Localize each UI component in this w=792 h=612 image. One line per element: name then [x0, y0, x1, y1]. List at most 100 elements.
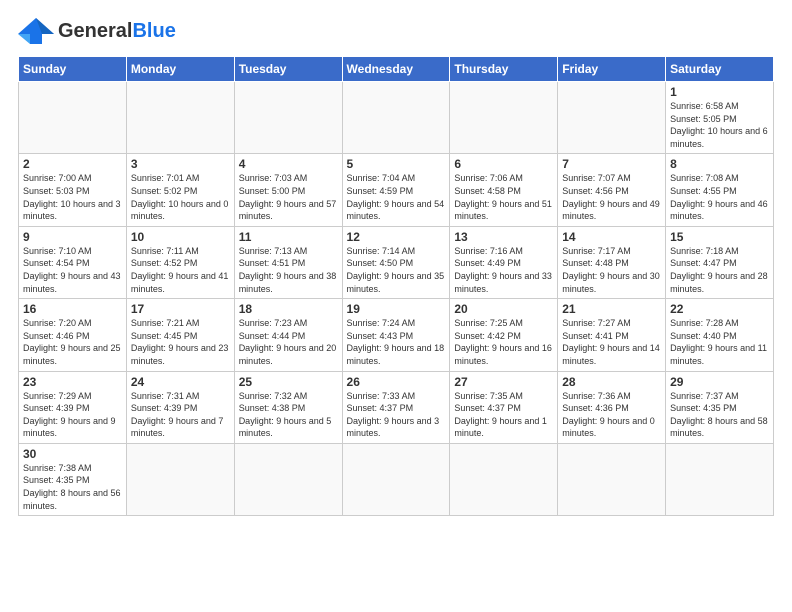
calendar-cell: 18Sunrise: 7:23 AM Sunset: 4:44 PM Dayli… — [234, 299, 342, 371]
day-number: 3 — [131, 157, 230, 171]
calendar-cell: 30Sunrise: 7:38 AM Sunset: 4:35 PM Dayli… — [19, 443, 127, 515]
calendar-cell: 25Sunrise: 7:32 AM Sunset: 4:38 PM Dayli… — [234, 371, 342, 443]
calendar-cell: 4Sunrise: 7:03 AM Sunset: 5:00 PM Daylig… — [234, 154, 342, 226]
calendar-cell: 20Sunrise: 7:25 AM Sunset: 4:42 PM Dayli… — [450, 299, 558, 371]
calendar-cell: 11Sunrise: 7:13 AM Sunset: 4:51 PM Dayli… — [234, 226, 342, 298]
calendar-cell: 16Sunrise: 7:20 AM Sunset: 4:46 PM Dayli… — [19, 299, 127, 371]
day-info: Sunrise: 7:38 AM Sunset: 4:35 PM Dayligh… — [23, 462, 122, 512]
day-number: 23 — [23, 375, 122, 389]
calendar-cell: 26Sunrise: 7:33 AM Sunset: 4:37 PM Dayli… — [342, 371, 450, 443]
calendar-cell: 2Sunrise: 7:00 AM Sunset: 5:03 PM Daylig… — [19, 154, 127, 226]
calendar-cell: 12Sunrise: 7:14 AM Sunset: 4:50 PM Dayli… — [342, 226, 450, 298]
calendar-table: Sunday Monday Tuesday Wednesday Thursday… — [18, 56, 774, 516]
calendar-cell — [450, 443, 558, 515]
calendar-cell — [126, 443, 234, 515]
calendar-cell: 8Sunrise: 7:08 AM Sunset: 4:55 PM Daylig… — [666, 154, 774, 226]
day-number: 5 — [347, 157, 446, 171]
day-number: 19 — [347, 302, 446, 316]
day-info: Sunrise: 7:27 AM Sunset: 4:41 PM Dayligh… — [562, 317, 661, 367]
day-info: Sunrise: 7:10 AM Sunset: 4:54 PM Dayligh… — [23, 245, 122, 295]
calendar-cell: 24Sunrise: 7:31 AM Sunset: 4:39 PM Dayli… — [126, 371, 234, 443]
day-number: 27 — [454, 375, 553, 389]
day-number: 22 — [670, 302, 769, 316]
day-info: Sunrise: 7:35 AM Sunset: 4:37 PM Dayligh… — [454, 390, 553, 440]
header-thursday: Thursday — [450, 57, 558, 82]
calendar-cell: 5Sunrise: 7:04 AM Sunset: 4:59 PM Daylig… — [342, 154, 450, 226]
logo-text: GeneralBlue — [58, 21, 176, 42]
day-number: 25 — [239, 375, 338, 389]
day-number: 17 — [131, 302, 230, 316]
header-friday: Friday — [558, 57, 666, 82]
weekday-header-row: Sunday Monday Tuesday Wednesday Thursday… — [19, 57, 774, 82]
day-number: 16 — [23, 302, 122, 316]
day-info: Sunrise: 7:28 AM Sunset: 4:40 PM Dayligh… — [670, 317, 769, 367]
calendar-cell: 9Sunrise: 7:10 AM Sunset: 4:54 PM Daylig… — [19, 226, 127, 298]
header-wednesday: Wednesday — [342, 57, 450, 82]
day-number: 8 — [670, 157, 769, 171]
page: GeneralBlue Sunday Monday Tuesday Wednes… — [0, 0, 792, 528]
calendar-cell: 6Sunrise: 7:06 AM Sunset: 4:58 PM Daylig… — [450, 154, 558, 226]
logo: GeneralBlue — [18, 16, 176, 46]
calendar-cell — [234, 82, 342, 154]
calendar-cell: 10Sunrise: 7:11 AM Sunset: 4:52 PM Dayli… — [126, 226, 234, 298]
day-info: Sunrise: 7:07 AM Sunset: 4:56 PM Dayligh… — [562, 172, 661, 222]
day-number: 18 — [239, 302, 338, 316]
header-saturday: Saturday — [666, 57, 774, 82]
day-number: 30 — [23, 447, 122, 461]
calendar-cell — [342, 443, 450, 515]
calendar-cell: 13Sunrise: 7:16 AM Sunset: 4:49 PM Dayli… — [450, 226, 558, 298]
day-info: Sunrise: 7:14 AM Sunset: 4:50 PM Dayligh… — [347, 245, 446, 295]
header-tuesday: Tuesday — [234, 57, 342, 82]
calendar-cell — [19, 82, 127, 154]
day-number: 6 — [454, 157, 553, 171]
day-info: Sunrise: 7:16 AM Sunset: 4:49 PM Dayligh… — [454, 245, 553, 295]
day-info: Sunrise: 7:06 AM Sunset: 4:58 PM Dayligh… — [454, 172, 553, 222]
day-info: Sunrise: 7:01 AM Sunset: 5:02 PM Dayligh… — [131, 172, 230, 222]
day-info: Sunrise: 7:03 AM Sunset: 5:00 PM Dayligh… — [239, 172, 338, 222]
day-info: Sunrise: 7:29 AM Sunset: 4:39 PM Dayligh… — [23, 390, 122, 440]
day-info: Sunrise: 7:18 AM Sunset: 4:47 PM Dayligh… — [670, 245, 769, 295]
calendar-cell: 15Sunrise: 7:18 AM Sunset: 4:47 PM Dayli… — [666, 226, 774, 298]
calendar-cell: 7Sunrise: 7:07 AM Sunset: 4:56 PM Daylig… — [558, 154, 666, 226]
day-number: 28 — [562, 375, 661, 389]
day-number: 29 — [670, 375, 769, 389]
day-number: 4 — [239, 157, 338, 171]
day-info: Sunrise: 7:20 AM Sunset: 4:46 PM Dayligh… — [23, 317, 122, 367]
day-number: 26 — [347, 375, 446, 389]
header: GeneralBlue — [18, 16, 774, 46]
day-info: Sunrise: 7:21 AM Sunset: 4:45 PM Dayligh… — [131, 317, 230, 367]
calendar-cell — [126, 82, 234, 154]
calendar-cell: 21Sunrise: 7:27 AM Sunset: 4:41 PM Dayli… — [558, 299, 666, 371]
day-number: 21 — [562, 302, 661, 316]
day-info: Sunrise: 7:25 AM Sunset: 4:42 PM Dayligh… — [454, 317, 553, 367]
header-sunday: Sunday — [19, 57, 127, 82]
calendar-cell: 29Sunrise: 7:37 AM Sunset: 4:35 PM Dayli… — [666, 371, 774, 443]
day-info: Sunrise: 7:24 AM Sunset: 4:43 PM Dayligh… — [347, 317, 446, 367]
day-info: Sunrise: 7:11 AM Sunset: 4:52 PM Dayligh… — [131, 245, 230, 295]
calendar-cell: 27Sunrise: 7:35 AM Sunset: 4:37 PM Dayli… — [450, 371, 558, 443]
day-number: 1 — [670, 85, 769, 99]
calendar-cell: 23Sunrise: 7:29 AM Sunset: 4:39 PM Dayli… — [19, 371, 127, 443]
day-info: Sunrise: 7:04 AM Sunset: 4:59 PM Dayligh… — [347, 172, 446, 222]
calendar-cell — [234, 443, 342, 515]
day-info: Sunrise: 7:36 AM Sunset: 4:36 PM Dayligh… — [562, 390, 661, 440]
calendar-cell — [342, 82, 450, 154]
calendar-cell — [558, 443, 666, 515]
calendar-cell: 1Sunrise: 6:58 AM Sunset: 5:05 PM Daylig… — [666, 82, 774, 154]
day-info: Sunrise: 7:00 AM Sunset: 5:03 PM Dayligh… — [23, 172, 122, 222]
day-number: 24 — [131, 375, 230, 389]
day-number: 9 — [23, 230, 122, 244]
day-number: 2 — [23, 157, 122, 171]
day-number: 15 — [670, 230, 769, 244]
calendar-cell — [450, 82, 558, 154]
day-number: 20 — [454, 302, 553, 316]
calendar-cell: 19Sunrise: 7:24 AM Sunset: 4:43 PM Dayli… — [342, 299, 450, 371]
day-number: 7 — [562, 157, 661, 171]
day-info: Sunrise: 7:23 AM Sunset: 4:44 PM Dayligh… — [239, 317, 338, 367]
day-info: Sunrise: 7:33 AM Sunset: 4:37 PM Dayligh… — [347, 390, 446, 440]
logo-icon — [18, 16, 54, 46]
calendar-cell: 17Sunrise: 7:21 AM Sunset: 4:45 PM Dayli… — [126, 299, 234, 371]
day-info: Sunrise: 7:17 AM Sunset: 4:48 PM Dayligh… — [562, 245, 661, 295]
calendar-cell: 3Sunrise: 7:01 AM Sunset: 5:02 PM Daylig… — [126, 154, 234, 226]
day-number: 10 — [131, 230, 230, 244]
